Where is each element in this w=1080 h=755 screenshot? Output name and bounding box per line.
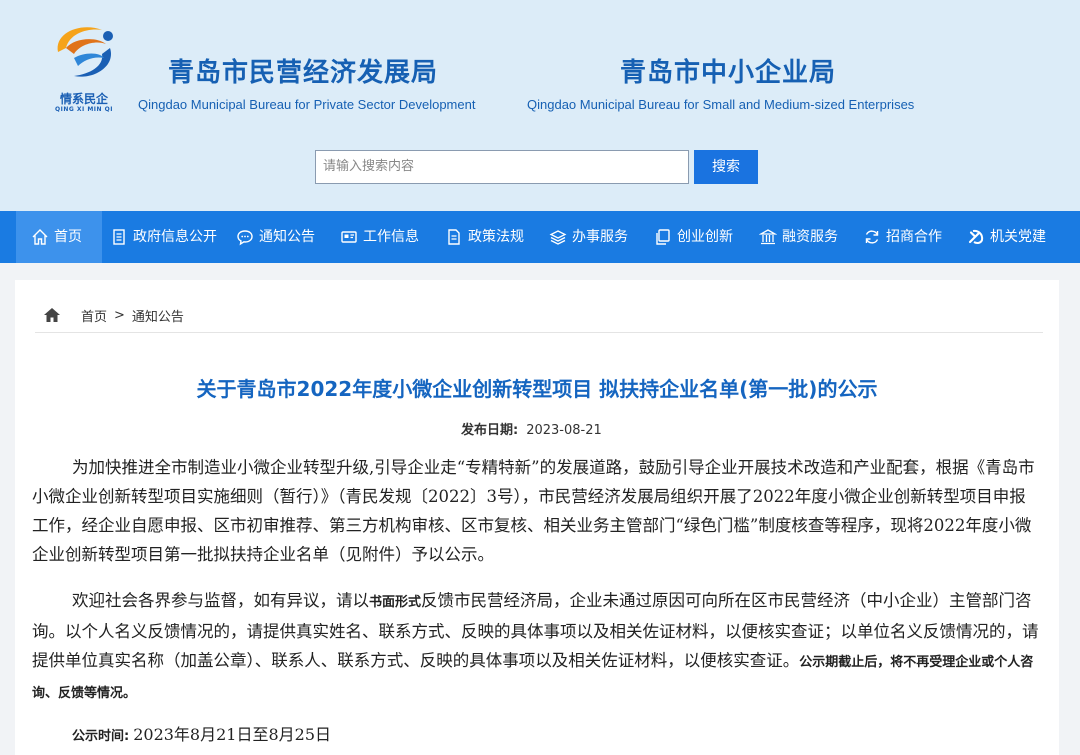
- home-icon: [31, 228, 49, 246]
- nav-item-party-building[interactable]: 机关党建: [967, 211, 1046, 263]
- file-icon: [445, 228, 463, 246]
- nav-item-finance[interactable]: 融资服务: [759, 211, 838, 263]
- divider: [35, 332, 1043, 333]
- nav-item-investment[interactable]: 招商合作: [863, 211, 942, 263]
- home-icon[interactable]: [43, 307, 61, 323]
- party-emblem-icon: [967, 228, 985, 246]
- bureau-name-cn: 青岛市民营经济发展局: [168, 58, 439, 88]
- nav-item-gov-info[interactable]: 政府信息公开: [110, 211, 217, 263]
- document-icon: [110, 228, 128, 246]
- nav-item-work-info[interactable]: 工作信息: [340, 211, 419, 263]
- nav-item-label: 创业创新: [677, 229, 733, 245]
- bureau-sme: 青岛市中小企业局 Qingdao Municipal Bureau for Sm…: [527, 52, 914, 112]
- site-logo[interactable]: 情系民企 QING XI MIN QI: [44, 18, 124, 118]
- main-nav: 首页 政府信息公开 通知公告 工作信息 政策法规 办事服务 创业创新 融资服务 …: [0, 211, 1080, 263]
- nav-item-label: 融资服务: [782, 229, 838, 245]
- notice-period: 公示时间: 2023年8月21日至8月25日: [72, 721, 331, 745]
- bureau-name-cn: 青岛市中小企业局: [620, 58, 837, 88]
- emphasis-text: 书面形式: [369, 595, 422, 610]
- nav-item-label: 招商合作: [886, 229, 942, 245]
- bureau-name-en: Qingdao Municipal Bureau for Small and M…: [527, 97, 915, 112]
- nav-item-label: 政策法规: [468, 229, 524, 245]
- nav-item-innovation[interactable]: 创业创新: [654, 211, 733, 263]
- notice-period-label: 公示时间:: [72, 729, 130, 744]
- nav-item-label: 机关党建: [990, 229, 1046, 245]
- nav-item-services[interactable]: 办事服务: [549, 211, 628, 263]
- id-card-icon: [340, 228, 358, 246]
- nav-item-label: 政府信息公开: [133, 229, 217, 245]
- bank-icon: [759, 228, 777, 246]
- search-button[interactable]: 搜索: [694, 150, 758, 184]
- logo-emblem-icon: [57, 27, 113, 77]
- logo-text-cn: 情系民企: [59, 92, 108, 106]
- chat-icon: [236, 228, 254, 246]
- layers-icon: [549, 228, 567, 246]
- refresh-icon: [863, 228, 881, 246]
- bureau-private-sector: 青岛市民营经济发展局 Qingdao Municipal Bureau for …: [138, 52, 475, 112]
- nav-item-label: 办事服务: [572, 229, 628, 245]
- nav-item-label: 通知公告: [259, 229, 315, 245]
- publish-date-value: 2023-08-21: [526, 423, 602, 438]
- publish-date: 发布日期: 2023-08-21: [461, 419, 602, 438]
- breadcrumb-home-link[interactable]: 首页: [81, 306, 107, 325]
- article-paragraph: 为加快推进全市制造业小微企业转型升级,引导企业走“专精特新”的发展道路，鼓励引导…: [32, 458, 1035, 564]
- copy-icon: [654, 228, 672, 246]
- nav-item-notices[interactable]: 通知公告: [236, 211, 315, 263]
- notice-period-value: 2023年8月21日至8月25日: [133, 725, 332, 744]
- publish-date-label: 发布日期:: [461, 423, 519, 438]
- breadcrumb-current[interactable]: 通知公告: [132, 306, 184, 325]
- breadcrumb-separator: >: [114, 307, 125, 323]
- bureau-name-en: Qingdao Municipal Bureau for Private Sec…: [138, 97, 476, 112]
- nav-item-label: 工作信息: [363, 229, 419, 245]
- search-input[interactable]: 请输入搜索内容: [315, 150, 689, 184]
- nav-item-home[interactable]: 首页: [16, 211, 102, 263]
- article-card: 首页 > 通知公告 关于青岛市2022年度小微企业创新转型项目 拟扶持企业名单(…: [15, 280, 1059, 755]
- article-paragraph: 欢迎社会各界参与监督，如有异议，请以书面形式反馈市民营经济局，企业未通过原因可向…: [32, 586, 1042, 708]
- logo-text-en: QING XI MIN QI: [55, 106, 113, 113]
- nav-item-label: 首页: [54, 229, 82, 245]
- breadcrumb: 首页 > 通知公告: [43, 305, 184, 325]
- site-header: 情系民企 QING XI MIN QI 青岛市民营经济发展局 Qingdao M…: [0, 0, 1080, 211]
- paragraph-text: 欢迎社会各界参与监督，如有异议，请以: [72, 591, 369, 610]
- nav-item-policies[interactable]: 政策法规: [445, 211, 524, 263]
- article-title: 关于青岛市2022年度小微企业创新转型项目 拟扶持企业名单(第一批)的公示: [196, 377, 878, 401]
